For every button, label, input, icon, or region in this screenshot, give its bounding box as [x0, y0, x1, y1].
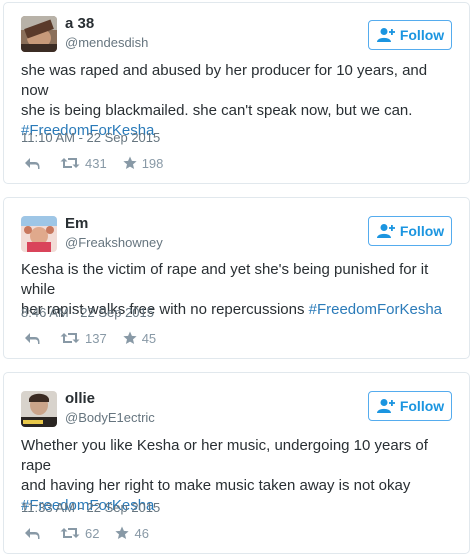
tweet-text-line: and having her right to make music taken… [21, 477, 411, 494]
tweet-text-line: Kesha is the victim of rape and yet she'… [21, 261, 429, 298]
user-name[interactable]: Em [65, 215, 88, 232]
reply-button[interactable] [24, 331, 40, 345]
retweet-count: 431 [85, 155, 107, 171]
add-user-icon [376, 28, 395, 42]
retweet-count: 62 [85, 525, 100, 541]
like-count: 198 [141, 155, 164, 171]
retweet-icon [60, 333, 80, 343]
user-handle[interactable]: @Freakshowney [65, 235, 163, 250]
follow-label: Follow [399, 398, 445, 414]
reply-button[interactable] [24, 156, 40, 170]
hashtag-link[interactable]: #FreedomForKesha [309, 301, 442, 318]
timestamp[interactable]: 11:10 AM - 22 Sep 2015 [21, 130, 160, 145]
action-bar: 62 46 [24, 525, 149, 541]
reply-icon [25, 528, 40, 539]
follow-button[interactable]: Follow [368, 20, 452, 50]
tweet-text: she was raped and abused by her producer… [21, 61, 455, 141]
tweet-card-1: a 38 @mendesdish Follow she was raped an… [3, 2, 470, 184]
like-button[interactable]: 198 [123, 155, 164, 171]
reply-button[interactable] [24, 526, 40, 540]
star-icon [123, 156, 137, 169]
avatar[interactable] [21, 216, 57, 252]
reply-icon [25, 333, 40, 344]
add-user-icon [376, 224, 395, 238]
like-count: 46 [134, 525, 149, 541]
user-name[interactable]: a 38 [65, 15, 94, 32]
follow-label: Follow [399, 27, 445, 43]
tweet-text-line: she is being blackmailed. she can't spea… [21, 102, 413, 119]
user-handle[interactable]: @mendesdish [65, 35, 148, 50]
star-icon [115, 526, 130, 539]
reply-icon [25, 158, 40, 169]
star-icon [123, 331, 137, 344]
retweet-button[interactable]: 431 [60, 156, 107, 171]
retweet-icon [60, 528, 80, 538]
like-count: 45 [141, 330, 157, 346]
tweet-text-line: she was raped and abused by her producer… [21, 62, 428, 99]
timestamp[interactable]: 8:46 AM - 22 Sep 2015 [21, 305, 154, 320]
tweet-card-2: Em @Freakshowney Follow Kesha is the vic… [3, 197, 470, 359]
user-handle[interactable]: @BodyE1ectric [65, 410, 155, 425]
action-bar: 137 45 [24, 330, 156, 346]
retweet-count: 137 [85, 330, 107, 346]
user-name[interactable]: ollie [65, 390, 95, 407]
follow-button[interactable]: Follow [368, 216, 452, 246]
like-button[interactable]: 46 [115, 525, 149, 541]
avatar[interactable] [21, 16, 57, 52]
timestamp[interactable]: 11:33 AM - 22 Sep 2015 [21, 500, 160, 515]
tweet-card-3: ollie @BodyE1ectric Follow Whether you l… [3, 372, 470, 554]
retweet-button[interactable]: 62 [60, 526, 99, 541]
action-bar: 431 198 [24, 155, 163, 171]
tweet-text-line: Whether you like Kesha or her music, und… [21, 437, 428, 474]
retweet-icon [60, 158, 80, 168]
follow-button[interactable]: Follow [368, 391, 452, 421]
add-user-icon [376, 399, 395, 413]
avatar[interactable] [21, 391, 57, 427]
retweet-button[interactable]: 137 [60, 331, 107, 346]
like-button[interactable]: 45 [123, 331, 156, 346]
follow-label: Follow [399, 223, 445, 239]
